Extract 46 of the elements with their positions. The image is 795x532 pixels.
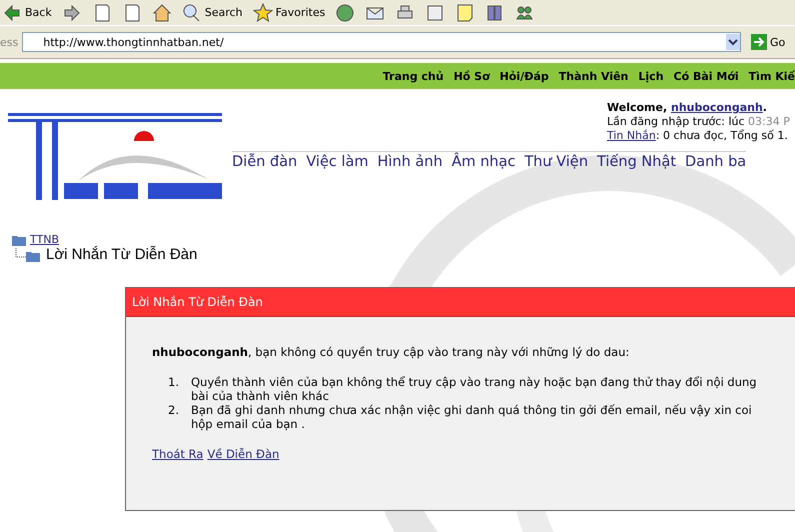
nav-link[interactable]: Âm nhạc: [452, 154, 516, 170]
nav-link[interactable]: Lịch: [638, 70, 664, 82]
nav-link[interactable]: Tìm Kiế: [748, 70, 795, 82]
nav-link[interactable]: Thư Viện: [524, 154, 588, 170]
list-number: 2.: [168, 403, 179, 419]
panel-link[interactable]: Về Diễn Đàn: [207, 447, 280, 461]
nav-link[interactable]: Trang chủ: [382, 70, 444, 82]
nav-link[interactable]: Diễn đàn: [232, 154, 298, 170]
nav-link[interactable]: Hồ Sơ: [454, 70, 490, 82]
last-login-text: Lần đăng nhập trước: lúc 03:34 P: [607, 115, 790, 129]
list-number: 1.: [168, 375, 179, 391]
nav-link[interactable]: Tiếng Nhật: [597, 154, 676, 170]
period-text: .: [762, 101, 767, 114]
search-button[interactable]: Search: [180, 2, 245, 22]
note-icon: [455, 2, 476, 22]
breadcrumb-current: Lời Nhắn Từ Diễn Đàn: [46, 246, 198, 263]
messages-link[interactable]: Tin Nhắn: [607, 129, 656, 142]
panel-link[interactable]: Thoát Ra: [152, 447, 204, 461]
username-link[interactable]: nhuboconganh: [670, 101, 763, 114]
magnifier-icon: [182, 2, 202, 22]
address-label: ess: [0, 36, 18, 48]
back-button[interactable]: Back: [0, 2, 54, 22]
nav-link[interactable]: Hình ảnh: [377, 154, 443, 170]
panel-header: Lời Nhắn Từ Diễn Đàn: [126, 288, 795, 317]
nav-link[interactable]: Việc làm: [306, 154, 368, 170]
breadcrumb-link[interactable]: TTNB: [30, 233, 60, 246]
house-icon: [152, 2, 172, 22]
go-button[interactable]: Go: [745, 33, 795, 51]
back-icon: [2, 2, 22, 22]
message-text: nhuboconganh, bạn không có quyền truy cập vào trang này với những lý do dau:: [152, 345, 630, 359]
nav-link[interactable]: Danh ba: [685, 154, 746, 170]
star-icon: [252, 2, 273, 22]
dropdown-icon[interactable]: [726, 34, 740, 50]
welcome-text: Welcome, nhuboconganh.: [607, 101, 768, 115]
messages-text: Tin Nhắn: 0 chưa đọc, Tổng số 1.: [607, 129, 789, 143]
folder-icon: [12, 234, 26, 246]
address-field[interactable]: http://www.thongtinnhatban.net/: [22, 32, 741, 52]
nav-link[interactable]: Hỏi/Đáp: [500, 70, 549, 82]
clock-icon: [335, 2, 356, 22]
reason-text: Bạn đã ghi danh nhưng chưa xác nhận việc ghi danh quá thông tin gởi đến email, nếu vậy xin coi hộp email của bạn .: [190, 403, 753, 431]
nav-link[interactable]: Có Bài Mới: [674, 70, 739, 82]
reason-text: Quyền thành viên của bạn không thể truy cập vào trang này hoặc bạn đang thử thay đổi nội dung bài của thành viên khác: [190, 375, 758, 403]
nav-link[interactable]: Thành Viên: [558, 70, 628, 82]
favorites-button[interactable]: Favorites: [250, 2, 328, 22]
forward-icon: [62, 2, 82, 22]
arrow-icon: [751, 34, 767, 50]
